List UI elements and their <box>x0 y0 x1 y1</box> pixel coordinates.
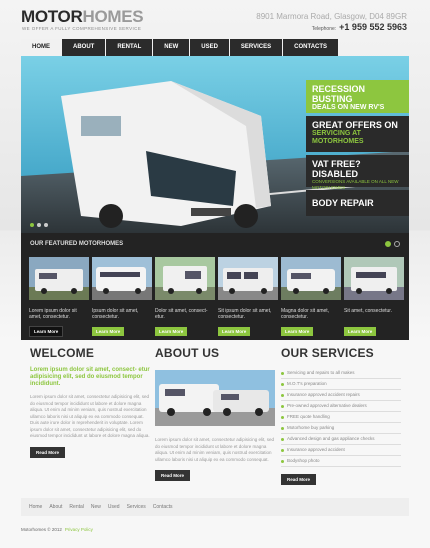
welcome-body: Lorem ipsum dolor sit amet, consectetur … <box>30 394 150 438</box>
service-item[interactable]: Advanced design and gas appliance checks <box>281 434 401 445</box>
footer-link-home[interactable]: Home <box>29 504 42 510</box>
carousel-dot[interactable] <box>394 241 400 247</box>
featured-caption: Sit amet, consectetur. <box>344 308 393 314</box>
phone-label: Telephone: <box>311 26 337 32</box>
featured-item: Lorem ipsum dolor sit amet, consectetur.… <box>29 257 89 338</box>
logo[interactable]: MOTORHOMES <box>21 7 144 26</box>
phone: Telephone: +1 959 552 5963 <box>312 22 407 32</box>
services-section: OUR SERVICES Servicing and repairs to al… <box>281 347 401 486</box>
service-item[interactable]: Insurance approved accident repairs <box>281 390 401 401</box>
main-nav: HOME ABOUT RENTAL NEW USED SERVICES CONT… <box>21 39 339 56</box>
motorhome-thumbnail[interactable] <box>155 257 215 300</box>
learn-more-button[interactable]: Learn More <box>281 327 314 336</box>
welcome-section: WELCOME Lorem ipsum dolor sit amet, cons… <box>30 347 150 459</box>
promo-subtitle: DEALS ON NEW RV'S <box>312 104 385 111</box>
nav-services[interactable]: SERVICES <box>229 39 283 56</box>
slider-dot[interactable] <box>37 223 41 227</box>
about-section: ABOUT US Lorem ipsum dolor sit amet, con… <box>155 347 275 482</box>
promo-title: VAT FREE? DISABLED <box>312 159 361 179</box>
carousel-dot[interactable] <box>385 241 391 247</box>
hero-slider: RECESSION BUSTING DEALS ON NEW RV'S GREA… <box>21 56 409 233</box>
learn-more-button[interactable]: Learn More <box>92 327 125 336</box>
nav-contacts[interactable]: CONTACTS <box>283 39 339 56</box>
featured-list: Lorem ipsum dolor sit amet, consectetur.… <box>29 257 404 338</box>
welcome-lead: Lorem ipsum dolor sit amet, consect- etu… <box>30 367 150 387</box>
services-list: Servicing and repairs to all makes M.O.T… <box>281 368 401 467</box>
footer-link-contacts[interactable]: Contacts <box>153 504 173 510</box>
tagline: WE OFFER A FULLY COMPREHENSIVE SERVICE <box>22 26 142 31</box>
motorhome-thumbnail[interactable] <box>281 257 341 300</box>
logo-part-motor: MOTOR <box>21 7 83 26</box>
learn-more-button[interactable]: Learn More <box>155 327 188 336</box>
service-item[interactable]: Bodyshop photo <box>281 456 401 467</box>
nav-new[interactable]: NEW <box>153 39 190 56</box>
featured-item: Sit amet, consectetur. Learn More <box>344 257 404 338</box>
featured-caption: Magna dolor sit amet, consectetur. <box>281 308 330 320</box>
motorhome-thumbnail[interactable] <box>29 257 89 300</box>
promo-title: BODY REPAIR <box>312 198 374 208</box>
service-item[interactable]: M.O.T's preparation <box>281 379 401 390</box>
logo-part-homes: HOMES <box>82 7 144 26</box>
featured-item: Dolor sit amet, consect- etur. Learn Mor… <box>155 257 215 338</box>
read-more-button[interactable]: Read More <box>155 470 191 481</box>
footer-link-new[interactable]: New <box>91 504 101 510</box>
service-item[interactable]: Motorhome buy parking <box>281 423 401 434</box>
slider-dot[interactable] <box>30 223 34 227</box>
about-body: Lorem ipsum dolor sit amet, consectetur … <box>155 437 275 462</box>
footer-link-rental[interactable]: Rental <box>69 504 83 510</box>
promo-recession[interactable]: RECESSION BUSTING DEALS ON NEW RV'S <box>306 80 409 113</box>
about-motorhomes-image[interactable] <box>155 370 275 426</box>
service-item[interactable]: Servicing and repairs to all makes <box>281 368 401 379</box>
service-item[interactable]: Pre-owned approved alternative dealers <box>281 401 401 412</box>
featured-title: OUR FEATURED MOTORHOMES <box>30 241 124 247</box>
motorhome-thumbnail[interactable] <box>218 257 278 300</box>
featured-item: Sit ipsum dolor sit amet, consectetur. L… <box>218 257 278 338</box>
services-title: OUR SERVICES <box>281 346 374 360</box>
welcome-title: WELCOME <box>30 346 95 360</box>
nav-home[interactable]: HOME <box>21 39 61 56</box>
footer-link-used[interactable]: Used <box>108 504 120 510</box>
about-title: ABOUT US <box>155 346 220 360</box>
featured-caption: Lorem ipsum dolor sit amet, consectetur. <box>29 308 77 320</box>
privacy-policy-link[interactable]: Privacy Policy <box>65 527 93 532</box>
service-item[interactable]: Insurance approved accident <box>281 445 401 456</box>
featured-caption: Sit ipsum dolor sit amet, consectetur. <box>218 308 272 320</box>
promo-title: RECESSION BUSTING <box>312 84 366 104</box>
address: 8901 Marmora Road, Glasgow, D04 89GR <box>256 12 407 21</box>
phone-number: +1 959 552 5963 <box>339 22 407 32</box>
nav-rental[interactable]: RENTAL <box>106 39 153 56</box>
motorhome-thumbnail[interactable] <box>344 257 404 300</box>
learn-more-button[interactable]: Learn More <box>29 326 64 337</box>
featured-section: OUR FEATURED MOTORHOMES Lorem ipsum dolo… <box>21 233 409 340</box>
featured-item: Ipsum dolor sit amet, consectetur. Learn… <box>92 257 152 338</box>
promo-vat-free[interactable]: VAT FREE? DISABLED CONVERSIONS AVAILABLE… <box>306 155 409 190</box>
read-more-button[interactable]: Read More <box>30 446 66 458</box>
copyright: Motorhomes © 2012 Privacy Policy <box>21 527 93 532</box>
promo-servicing[interactable]: GREAT OFFERS ON SERVICING AT MOTORHOMES <box>306 116 409 152</box>
page: MOTORHOMES WE OFFER A FULLY COMPREHENSIV… <box>0 0 430 548</box>
read-more-button[interactable]: Read More <box>281 474 317 485</box>
promo-title: GREAT OFFERS ON <box>312 120 398 130</box>
service-item[interactable]: FREE quote handling <box>281 412 401 423</box>
nav-about[interactable]: ABOUT <box>62 39 106 56</box>
promo-body-repair[interactable]: BODY REPAIR <box>306 190 409 216</box>
slider-dot[interactable] <box>44 223 48 227</box>
featured-caption: Ipsum dolor sit amet, consectetur. <box>92 308 139 320</box>
learn-more-button[interactable]: Learn More <box>218 327 251 336</box>
learn-more-button[interactable]: Learn More <box>344 327 377 336</box>
copyright-text: Motorhomes © 2012 <box>21 527 62 532</box>
footer-nav: Home About Rental New Used Services Cont… <box>21 498 409 516</box>
featured-caption: Dolor sit amet, consect- etur. <box>155 308 208 320</box>
promo-subtitle: SERVICING AT MOTORHOMES <box>312 130 364 145</box>
footer-link-services[interactable]: Services <box>127 504 146 510</box>
slider-pagination <box>30 223 48 227</box>
featured-pager <box>385 241 400 247</box>
nav-used[interactable]: USED <box>190 39 229 56</box>
footer-link-about[interactable]: About <box>49 504 62 510</box>
motorhome-thumbnail[interactable] <box>92 257 152 300</box>
featured-item: Magna dolor sit amet, consectetur. Learn… <box>281 257 341 338</box>
